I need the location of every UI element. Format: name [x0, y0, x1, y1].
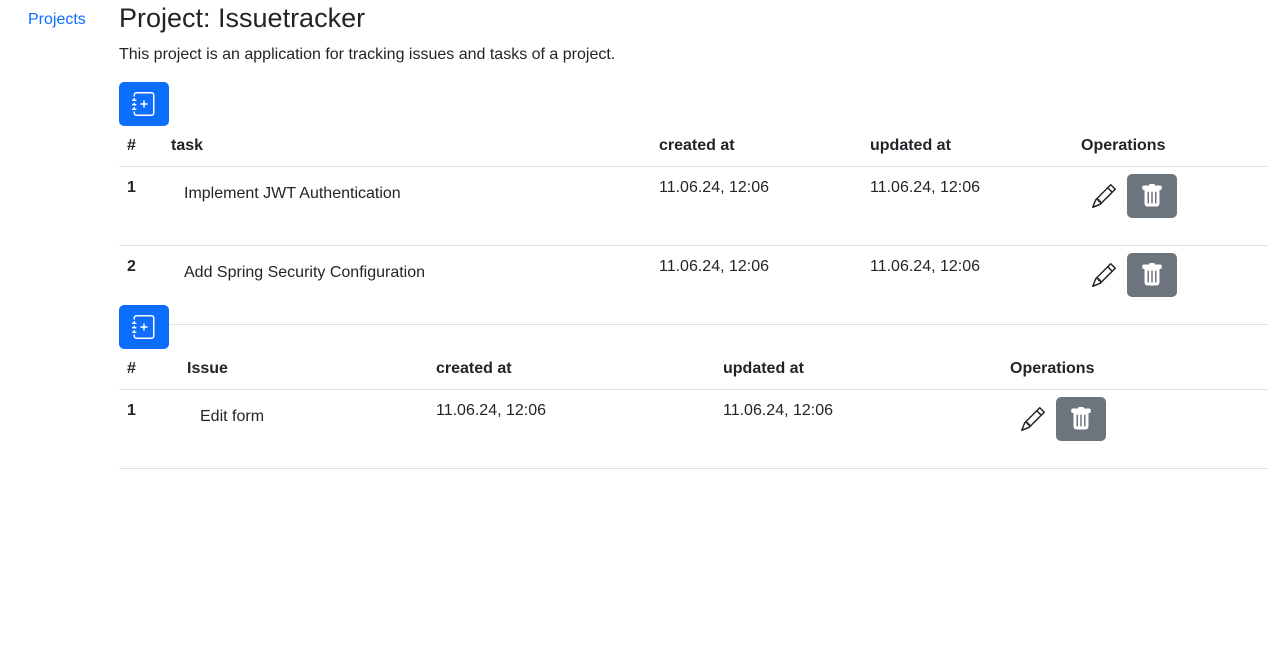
- table-row: 1 Edit form 11.06.24, 12:06 11.06.24, 12…: [119, 389, 1268, 469]
- created-at: 11.06.24, 12:06: [659, 245, 870, 325]
- table-row: 1 Implement JWT Authentication 11.06.24,…: [119, 166, 1268, 246]
- column-header-updated-at: updated at: [723, 349, 1010, 390]
- pencil-icon: [1092, 263, 1116, 287]
- operations-cell: [1081, 245, 1268, 325]
- page-title: Project: Issuetracker: [119, 3, 366, 33]
- issue-name: Edit form: [187, 389, 436, 469]
- edit-button[interactable]: [1081, 174, 1127, 218]
- updated-at: 11.06.24, 12:06: [870, 245, 1081, 325]
- pencil-icon: [1092, 184, 1116, 208]
- trash-icon: [1071, 407, 1091, 430]
- journal-plus-icon: [132, 315, 155, 339]
- delete-button[interactable]: [1127, 174, 1177, 218]
- column-header-operations: Operations: [1081, 126, 1268, 167]
- tasks-table-header: # task created at updated at Operations: [119, 126, 1268, 167]
- tasks-table: # task created at updated at Operations …: [119, 126, 1268, 325]
- delete-button[interactable]: [1127, 253, 1177, 297]
- task-name: Add Spring Security Configuration: [171, 245, 659, 325]
- project-description: This project is an application for track…: [119, 46, 616, 63]
- trash-icon: [1142, 184, 1162, 207]
- edit-button[interactable]: [1081, 253, 1127, 297]
- column-header-created-at: created at: [659, 126, 870, 167]
- column-header-created-at: created at: [436, 349, 723, 390]
- nav-link-projects[interactable]: Projects: [28, 11, 86, 29]
- column-header-updated-at: updated at: [870, 126, 1081, 167]
- table-row: 2 Add Spring Security Configuration 11.0…: [119, 245, 1268, 325]
- column-header-number: #: [119, 349, 187, 390]
- pencil-icon: [1021, 407, 1045, 431]
- operations-cell: [1081, 166, 1268, 246]
- add-task-button[interactable]: [119, 82, 169, 126]
- row-number: 1: [119, 166, 171, 246]
- column-header-number: #: [119, 126, 171, 167]
- add-issue-button[interactable]: [119, 305, 169, 349]
- edit-button[interactable]: [1010, 397, 1056, 441]
- trash-icon: [1142, 263, 1162, 286]
- column-header-task: task: [171, 126, 659, 167]
- created-at: 11.06.24, 12:06: [436, 389, 723, 469]
- journal-plus-icon: [132, 92, 155, 116]
- column-header-issue: Issue: [187, 349, 436, 390]
- issues-table: # Issue created at updated at Operations…: [119, 349, 1268, 469]
- row-number: 1: [119, 389, 187, 469]
- updated-at: 11.06.24, 12:06: [723, 389, 1010, 469]
- updated-at: 11.06.24, 12:06: [870, 166, 1081, 246]
- operations-cell: [1010, 389, 1268, 469]
- issues-table-header: # Issue created at updated at Operations: [119, 349, 1268, 390]
- delete-button[interactable]: [1056, 397, 1106, 441]
- task-name: Implement JWT Authentication: [171, 166, 659, 246]
- column-header-operations: Operations: [1010, 349, 1268, 390]
- created-at: 11.06.24, 12:06: [659, 166, 870, 246]
